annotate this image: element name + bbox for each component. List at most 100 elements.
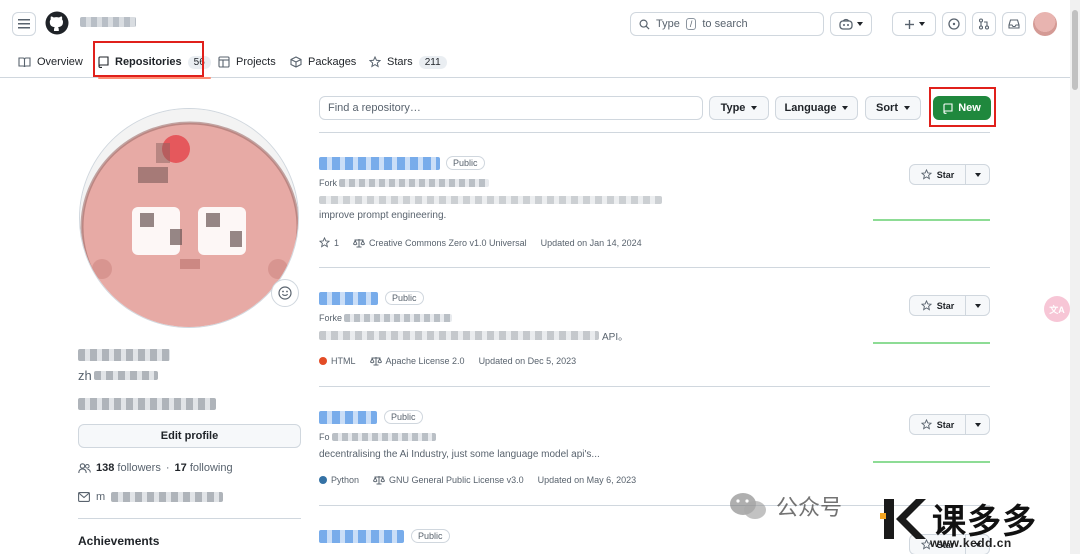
law-icon xyxy=(373,476,386,485)
star-count: 1 xyxy=(334,237,340,248)
email-redacted xyxy=(111,492,224,502)
star-button[interactable]: Star xyxy=(910,296,966,315)
updated-time: Updated on May 6, 2023 xyxy=(537,475,637,485)
license-name: GNU General Public License v3.0 xyxy=(389,475,524,485)
issues-button[interactable] xyxy=(942,12,966,36)
type-filter-button[interactable]: Type xyxy=(709,96,769,120)
star-button[interactable]: Star xyxy=(910,415,966,434)
following-count: 17 xyxy=(174,462,187,474)
achievements-heading: Achievements xyxy=(78,534,160,548)
profile-username: zh xyxy=(78,368,158,383)
inbox-button[interactable] xyxy=(1002,12,1026,36)
star-button-group: Star xyxy=(909,414,990,435)
forked-source-redacted xyxy=(331,433,436,441)
language-name: Python xyxy=(331,475,360,485)
star-list-dropdown[interactable] xyxy=(966,296,989,315)
issue-opened-icon xyxy=(948,18,960,30)
inbox-icon xyxy=(1008,19,1020,29)
search-input[interactable]: Type / to search xyxy=(630,12,824,36)
type-filter-label: Type xyxy=(720,102,746,114)
section-divider xyxy=(78,518,301,519)
edit-profile-button[interactable]: Edit profile xyxy=(78,424,301,448)
repo-name-link[interactable] xyxy=(319,411,377,424)
repo-language: Python xyxy=(319,475,359,485)
repo-meta: 1 Creative Commons Zero v1.0 Universal U… xyxy=(319,237,642,248)
table-icon xyxy=(218,56,230,68)
profile-bio-redacted xyxy=(78,398,216,410)
license-name: Creative Commons Zero v1.0 Universal xyxy=(369,237,527,248)
list-divider xyxy=(319,267,990,268)
star-label: Star xyxy=(936,419,955,430)
repositories-tab-highlight xyxy=(93,41,204,77)
forked-prefix: Forke xyxy=(319,313,343,323)
sort-button[interactable]: Sort xyxy=(865,96,921,120)
translate-float-button[interactable]: 文A xyxy=(1044,296,1070,322)
star-button-group: Star xyxy=(909,164,990,185)
repo-description: improve prompt engineering. xyxy=(319,210,447,221)
watermark-account-text: 公众号 xyxy=(776,495,843,520)
plus-icon xyxy=(904,19,914,29)
language-color-dot xyxy=(319,357,327,365)
forked-prefix: Fork xyxy=(319,178,337,188)
star-label: Star xyxy=(936,169,955,180)
law-icon xyxy=(353,238,366,247)
copilot-button[interactable] xyxy=(830,12,872,36)
chevron-down-icon xyxy=(904,106,910,110)
star-label: Star xyxy=(936,300,955,311)
tab-stars[interactable]: Stars 211 xyxy=(369,50,447,74)
copilot-icon xyxy=(839,18,853,30)
tab-projects[interactable]: Projects xyxy=(218,50,276,74)
email-prefix: m xyxy=(96,491,106,503)
followers-line[interactable]: 138 followers · 17 following xyxy=(78,462,233,474)
forked-from[interactable]: Fork xyxy=(319,178,489,188)
forked-from[interactable]: Fo xyxy=(319,432,436,442)
law-icon xyxy=(369,357,382,366)
followers-label: followers xyxy=(117,462,161,474)
top-header: Type / to search xyxy=(0,0,1070,46)
star-list-dropdown[interactable] xyxy=(966,165,989,184)
create-new-button[interactable] xyxy=(892,12,936,36)
scrollbar-thumb[interactable] xyxy=(1072,10,1078,90)
search-placeholder-suffix: to search xyxy=(702,18,748,30)
profile-name-redacted xyxy=(78,349,170,361)
github-logo-icon[interactable] xyxy=(45,11,69,35)
updated-time: Updated on Jan 14, 2024 xyxy=(540,237,642,248)
repo-language: HTML xyxy=(319,356,356,366)
set-status-button[interactable] xyxy=(271,279,299,307)
description-text: API。 xyxy=(602,332,629,343)
find-repository-input[interactable] xyxy=(319,96,703,120)
tab-label: Projects xyxy=(236,56,276,68)
tab-packages[interactable]: Packages xyxy=(290,50,356,74)
license-info: Apache License 2.0 xyxy=(369,356,465,366)
forked-source-redacted xyxy=(344,314,453,322)
repo-meta: HTML Apache License 2.0 Updated on Dec 5… xyxy=(319,356,576,366)
activity-sparkline xyxy=(873,219,990,221)
repo-name-link[interactable] xyxy=(319,292,378,305)
repo-meta: Python GNU General Public License v3.0 U… xyxy=(319,475,636,485)
repo-name-link[interactable] xyxy=(319,157,440,170)
tab-overview[interactable]: Overview xyxy=(18,50,83,74)
user-avatar[interactable] xyxy=(1033,12,1057,36)
profile-avatar[interactable] xyxy=(79,108,299,328)
repo-name-link[interactable] xyxy=(319,530,404,543)
menu-button[interactable] xyxy=(12,12,36,36)
language-filter-button[interactable]: Language xyxy=(775,96,858,120)
stargazers-link[interactable]: 1 xyxy=(319,237,339,248)
star-list-dropdown[interactable] xyxy=(966,415,989,434)
forked-prefix: Fo xyxy=(319,432,330,442)
search-placeholder-prefix: Type xyxy=(656,18,680,30)
description-redacted xyxy=(319,196,662,204)
pull-requests-button[interactable] xyxy=(972,12,996,36)
sort-label: Sort xyxy=(876,102,898,114)
chevron-down-icon xyxy=(974,303,981,308)
chevron-down-icon xyxy=(842,106,849,110)
star-button[interactable]: Star xyxy=(910,165,966,184)
email-line[interactable]: m xyxy=(78,491,224,503)
activity-sparkline xyxy=(873,461,990,463)
tab-label: Stars xyxy=(387,56,413,68)
forked-from[interactable]: Forke xyxy=(319,313,453,323)
following-label: following xyxy=(189,462,233,474)
license-info: GNU General Public License v3.0 xyxy=(373,475,524,485)
visibility-badge: Public xyxy=(446,156,485,170)
username-breadcrumb[interactable] xyxy=(80,17,136,27)
